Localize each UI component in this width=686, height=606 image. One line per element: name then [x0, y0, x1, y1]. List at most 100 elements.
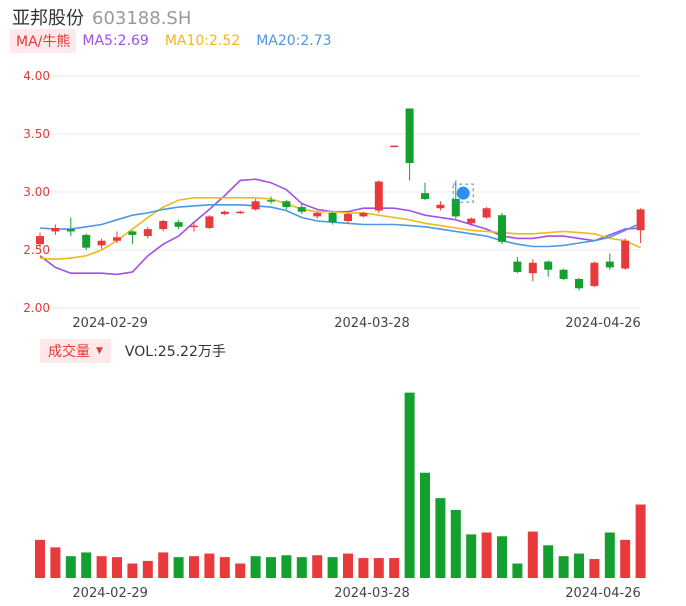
candle-body — [513, 261, 522, 273]
volume-bar[interactable] — [589, 559, 600, 578]
volume-bar[interactable] — [296, 557, 307, 578]
candle[interactable] — [421, 182, 429, 201]
candle-body — [559, 269, 568, 279]
candle[interactable] — [66, 217, 75, 237]
candle[interactable] — [236, 210, 245, 215]
y-tick-label: 4.00 — [23, 69, 50, 83]
candle-body — [374, 181, 383, 211]
candle-body — [621, 240, 630, 269]
volume-bar[interactable] — [173, 557, 184, 578]
volume-bar[interactable] — [466, 534, 477, 578]
candle-body — [344, 214, 352, 221]
candle[interactable] — [82, 233, 91, 250]
candle[interactable] — [174, 219, 183, 230]
candle[interactable] — [205, 215, 214, 230]
candle[interactable] — [575, 277, 583, 291]
candle[interactable] — [51, 224, 60, 235]
candle-body — [220, 211, 229, 215]
volume-bar[interactable] — [81, 552, 92, 578]
volume-bar[interactable] — [50, 547, 61, 578]
candle-body — [528, 262, 537, 274]
volume-bar[interactable] — [373, 558, 384, 578]
candle[interactable] — [159, 219, 168, 232]
volume-bar[interactable] — [96, 556, 107, 578]
candlesticks[interactable] — [36, 108, 645, 291]
candle[interactable] — [143, 226, 152, 239]
candle[interactable] — [559, 268, 568, 281]
candle[interactable] — [605, 253, 614, 270]
kline-chart[interactable]: 4.00 3.50 3.00 2.50 2.00 2024-02-29 2024-03-2… — [0, 0, 686, 606]
candle-body — [436, 204, 445, 209]
volume-bar[interactable] — [358, 558, 369, 578]
candle[interactable] — [528, 259, 537, 282]
volume-bar[interactable] — [604, 532, 615, 578]
volume-bar[interactable] — [235, 563, 246, 578]
candle[interactable] — [436, 201, 445, 211]
volume-bar[interactable] — [219, 557, 230, 578]
volume-bar[interactable] — [343, 553, 353, 578]
candle-body — [82, 234, 91, 248]
ma-line-ma5 — [39, 178, 641, 276]
volume-bar[interactable] — [512, 563, 523, 578]
candle[interactable] — [313, 211, 322, 219]
volume-bar[interactable] — [35, 539, 45, 578]
x-tick-label: 2024-03-28 — [334, 316, 410, 331]
volume-bar[interactable] — [266, 557, 276, 578]
volume-bar[interactable] — [497, 536, 507, 578]
volume-bar[interactable] — [420, 472, 430, 578]
candle-body — [590, 262, 599, 286]
candle[interactable] — [513, 256, 522, 274]
candle[interactable] — [390, 145, 399, 148]
candle[interactable] — [282, 200, 291, 210]
candle-body — [544, 261, 553, 270]
candle-body — [159, 221, 168, 230]
volume-bar[interactable] — [327, 557, 338, 578]
volume-x-axis: 2024-02-29 2024-03-28 2024-04-26 — [72, 586, 640, 601]
volume-bar[interactable] — [250, 556, 261, 578]
x-tick-label: 2024-02-29 — [72, 586, 148, 601]
volume-bar[interactable] — [527, 531, 538, 578]
volume-bar[interactable] — [158, 552, 169, 578]
volume-bar[interactable] — [450, 509, 461, 578]
candle[interactable] — [621, 238, 630, 270]
candle[interactable] — [97, 238, 106, 249]
candle[interactable] — [405, 108, 414, 181]
volume-bar[interactable] — [112, 557, 122, 578]
volume-bar[interactable] — [620, 539, 631, 578]
volume-bar[interactable] — [404, 392, 415, 578]
volume-bar[interactable] — [312, 555, 323, 578]
candle[interactable] — [482, 207, 491, 219]
candle-body — [636, 209, 645, 231]
volume-bar[interactable] — [281, 555, 292, 578]
moving-average-lines — [39, 178, 641, 276]
volume-bars[interactable] — [35, 392, 646, 578]
volume-bar[interactable] — [189, 556, 199, 578]
volume-bar[interactable] — [127, 563, 138, 578]
candle[interactable] — [128, 230, 137, 245]
volume-bar[interactable] — [142, 560, 153, 578]
candle[interactable] — [498, 212, 506, 245]
candle[interactable] — [220, 210, 229, 216]
candle-body — [359, 212, 368, 217]
volume-bar[interactable] — [481, 532, 492, 578]
volume-bar[interactable] — [543, 545, 554, 578]
y-tick-label: 2.50 — [23, 243, 50, 257]
candle[interactable] — [267, 196, 275, 204]
candle[interactable] — [251, 198, 260, 211]
candle[interactable] — [590, 261, 599, 288]
volume-bar[interactable] — [558, 556, 569, 578]
candle[interactable] — [544, 260, 553, 277]
volume-bar[interactable] — [635, 504, 646, 578]
candle[interactable] — [190, 222, 198, 232]
volume-bar[interactable] — [204, 553, 215, 578]
candle[interactable] — [113, 231, 121, 244]
candle-body — [190, 225, 198, 228]
volume-bar[interactable] — [574, 553, 584, 578]
volume-bar[interactable] — [435, 498, 446, 578]
volume-bar[interactable] — [389, 558, 400, 578]
y-tick-label: 3.50 — [23, 127, 50, 141]
candle[interactable] — [636, 208, 645, 244]
candle[interactable] — [344, 212, 352, 224]
volume-bar[interactable] — [65, 556, 76, 578]
candle[interactable] — [374, 180, 383, 213]
